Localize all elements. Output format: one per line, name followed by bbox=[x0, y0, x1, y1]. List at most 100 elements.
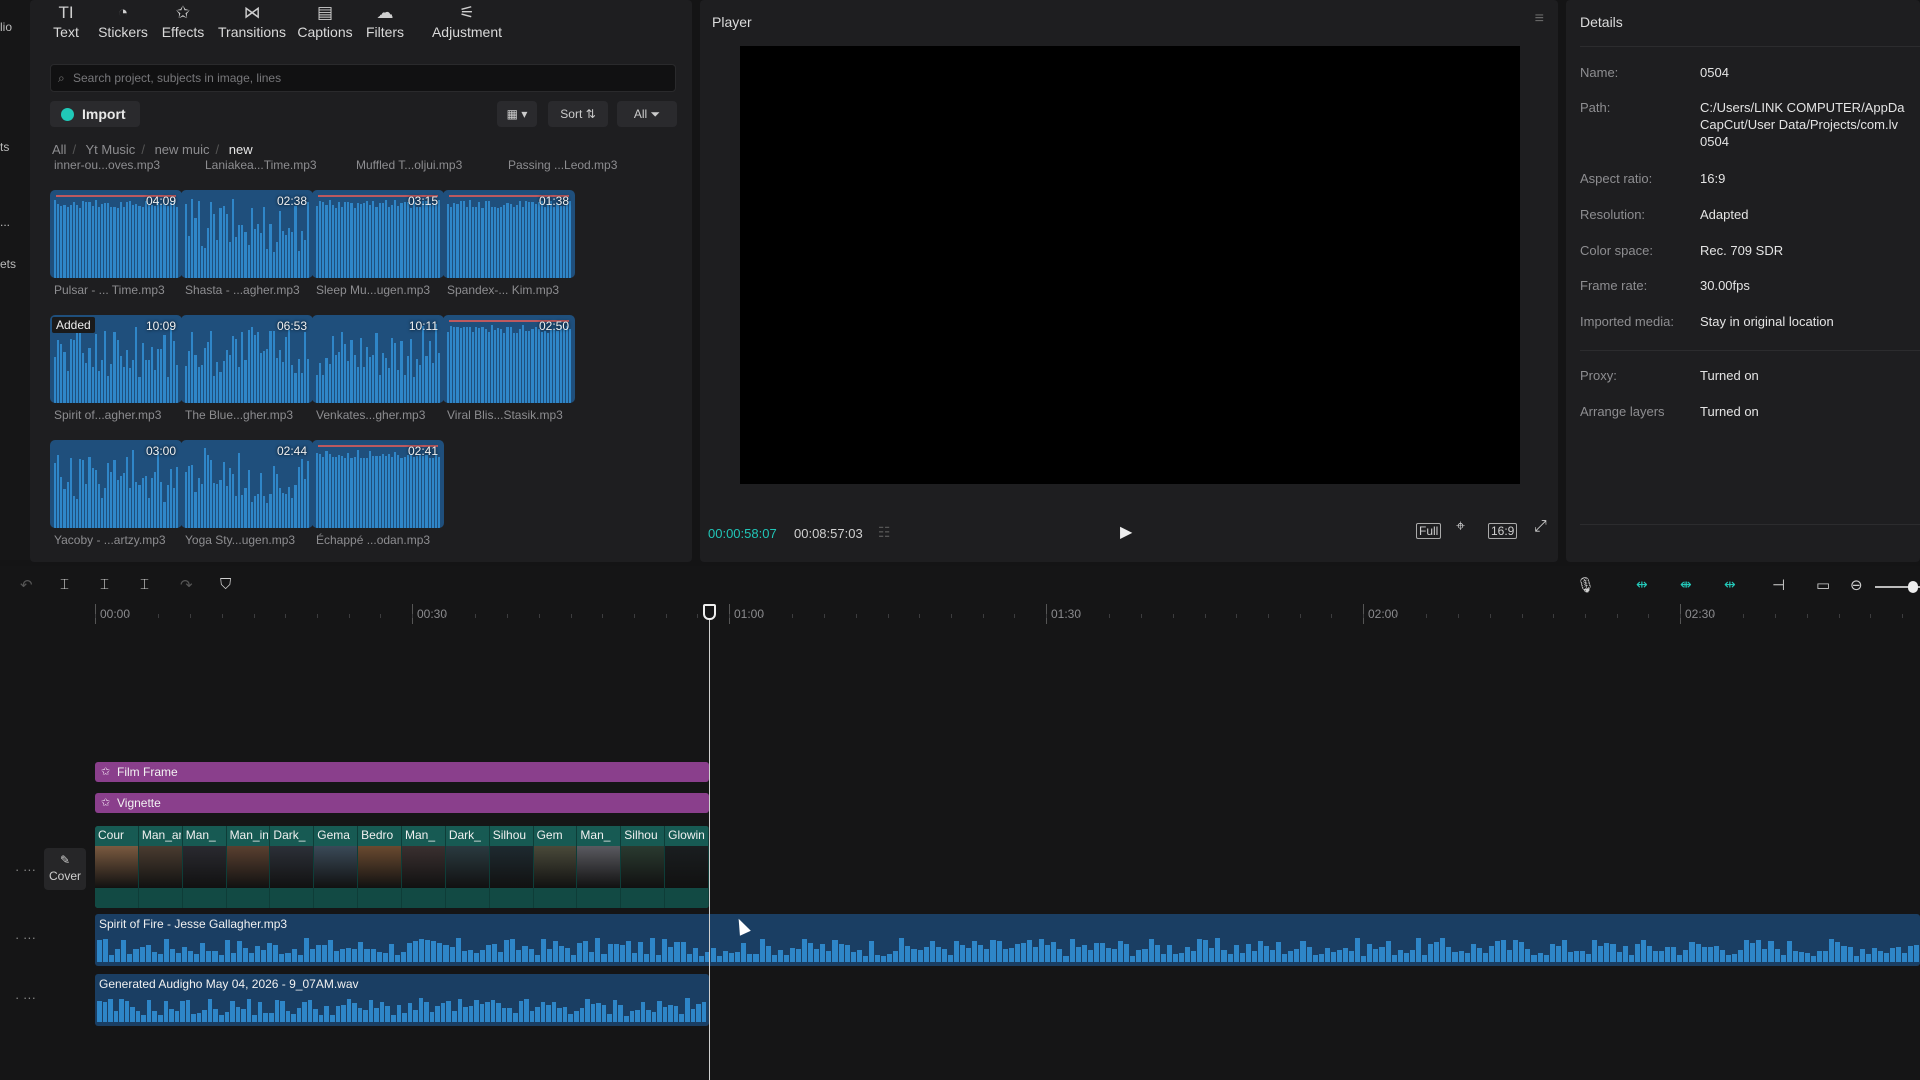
menu-icon[interactable]: ≡ bbox=[1535, 10, 1544, 28]
video-clip[interactable]: Gema bbox=[314, 826, 359, 908]
media-item-name: Muffled T...oljui.mp3 bbox=[356, 158, 463, 172]
marker-icon[interactable]: ⛉ bbox=[220, 576, 231, 593]
play-button[interactable]: ▶ bbox=[1120, 522, 1132, 542]
effect-track-vignette[interactable]: ✩ Vignette bbox=[95, 793, 709, 813]
duration-label: 06:53 bbox=[276, 319, 307, 333]
link-icon[interactable]: ⇹ bbox=[1636, 576, 1648, 593]
fullscreen-icon[interactable]: ⤢ bbox=[1532, 519, 1549, 535]
effect-track-film-frame[interactable]: ✩ Film Frame bbox=[95, 762, 709, 782]
rail-item-3[interactable]: ets bbox=[0, 257, 24, 271]
video-clip[interactable]: Silhou bbox=[489, 826, 534, 908]
tab-adjustment[interactable]: ⚟ Adjustment bbox=[428, 2, 506, 40]
video-clip-label: Man_ bbox=[185, 828, 216, 842]
split-left-icon[interactable]: ⌶ bbox=[100, 576, 109, 593]
ruler-tick: 02:30 bbox=[1680, 604, 1715, 624]
list-icon[interactable]: ☷ bbox=[878, 524, 891, 541]
audio-tile[interactable]: 02:44 bbox=[181, 440, 313, 528]
tab-filters[interactable]: ☁ Filters bbox=[362, 2, 408, 40]
tab-effects[interactable]: ✩ Effects bbox=[158, 2, 208, 40]
video-clip[interactable]: Cour bbox=[95, 826, 139, 908]
align-icon[interactable]: ⊣ bbox=[1772, 576, 1785, 594]
detail-layers-value: Turned on bbox=[1700, 404, 1759, 419]
text-icon: TI bbox=[58, 3, 74, 22]
aspect-ratio-button[interactable]: 16:9 bbox=[1488, 523, 1518, 539]
detail-label: Arrange layers bbox=[1580, 404, 1665, 419]
player-viewport[interactable] bbox=[740, 46, 1520, 484]
playhead-handle[interactable] bbox=[703, 604, 716, 620]
tab-text[interactable]: TI Text bbox=[44, 2, 88, 40]
preview-icon[interactable]: ▭ bbox=[1816, 576, 1830, 594]
audio-tile[interactable]: 10:09 Added bbox=[50, 315, 182, 403]
snap-icon[interactable]: ⇹ bbox=[1724, 576, 1736, 593]
tab-stickers[interactable]: ◔ Stickers bbox=[94, 2, 152, 40]
audio-tile[interactable]: 10:11 bbox=[312, 315, 444, 403]
split-icon[interactable]: ⌶ bbox=[60, 576, 69, 593]
audio-tile[interactable]: 02:41 bbox=[312, 440, 444, 528]
video-clip[interactable]: Bedro bbox=[358, 826, 402, 908]
audio-tile[interactable]: 04:09 bbox=[50, 190, 182, 278]
sort-button[interactable]: Sort ⇅ bbox=[548, 101, 608, 127]
video-clip[interactable]: Glowin bbox=[665, 826, 709, 908]
zoom-out-icon[interactable]: ⊖ bbox=[1850, 576, 1863, 594]
undo-icon[interactable]: ↶ bbox=[20, 576, 33, 594]
filter-all-button[interactable]: All ⏷ bbox=[617, 101, 677, 127]
audio-tile-name: Venkates...gher.mp3 bbox=[316, 408, 426, 422]
magnet-icon[interactable]: ⇼ bbox=[1680, 576, 1692, 593]
breadcrumb-item[interactable]: new muic bbox=[155, 142, 210, 157]
crop-icon[interactable]: ⌖ bbox=[1454, 519, 1467, 535]
zoom-slider[interactable] bbox=[1875, 581, 1920, 593]
audio-waveform bbox=[97, 938, 1920, 962]
redo-icon[interactable]: ↷ bbox=[180, 576, 193, 594]
import-button[interactable]: Import bbox=[50, 101, 140, 127]
more-icon[interactable]: · ··· bbox=[15, 862, 36, 877]
view-toggle-button[interactable]: ▦ ▾ bbox=[497, 101, 537, 127]
video-clip[interactable]: Dark_ bbox=[270, 826, 315, 908]
full-quality-button[interactable]: Full bbox=[1416, 523, 1442, 539]
video-clip[interactable]: Man_ bbox=[402, 826, 446, 908]
video-clip[interactable]: Man_ar bbox=[138, 826, 183, 908]
split-right-icon[interactable]: ⌶ bbox=[140, 576, 149, 593]
video-clip[interactable]: Dark_ bbox=[445, 826, 490, 908]
duration-label: 02:50 bbox=[538, 319, 569, 333]
cover-button[interactable]: ✎ Cover bbox=[44, 848, 86, 890]
video-clip[interactable]: Man_ bbox=[182, 826, 227, 908]
breadcrumb-item[interactable]: All bbox=[52, 142, 66, 157]
audio-track-main[interactable]: Spirit of Fire - Jesse Gallagher.mp3 bbox=[95, 914, 1920, 966]
video-thumbnail bbox=[314, 846, 358, 888]
audio-tile[interactable]: 02:38 bbox=[181, 190, 313, 278]
more-icon[interactable]: · ··· bbox=[15, 930, 36, 945]
video-clip[interactable]: Man_in_bed bbox=[226, 826, 271, 908]
rail-item-audio[interactable]: lio bbox=[0, 20, 24, 34]
audio-tile[interactable]: 06:53 bbox=[181, 315, 313, 403]
audio-tile-name: Pulsar - ... Time.mp3 bbox=[54, 283, 165, 297]
audio-track-generated[interactable]: Generated Audigho May 04, 2026 - 9_07AM.… bbox=[95, 974, 709, 1026]
playhead[interactable] bbox=[709, 606, 710, 1080]
audio-tile[interactable]: 02:50 bbox=[443, 315, 575, 403]
video-thumbnail bbox=[95, 846, 138, 888]
rail-item-2[interactable]: ... bbox=[0, 215, 24, 229]
more-icon[interactable]: · ··· bbox=[15, 990, 36, 1005]
breadcrumb-item[interactable]: Yt Music bbox=[85, 142, 135, 157]
video-clip-label: Man_ bbox=[580, 828, 611, 842]
video-clip[interactable]: Gem bbox=[533, 826, 578, 908]
rail-item-1[interactable]: ts bbox=[0, 140, 24, 154]
duration-label: 03:15 bbox=[407, 194, 438, 208]
search-input[interactable]: ⌕ Search project, subjects in image, lin… bbox=[50, 64, 676, 92]
video-thumbnail bbox=[489, 846, 533, 888]
player-panel: Player ≡ 00:00:58:07 00:08:57:03 ☷ ▶ Ful… bbox=[700, 0, 1558, 562]
video-clip[interactable]: Silhou bbox=[621, 826, 666, 908]
audio-tile[interactable]: 03:15 bbox=[312, 190, 444, 278]
ruler-tick: 01:30 bbox=[1046, 604, 1081, 624]
tab-transitions[interactable]: ⋈ Transitions bbox=[216, 2, 288, 40]
video-thumbnail bbox=[577, 846, 621, 888]
timeline-ruler[interactable]: 00:00 00:30 01:00 01:30 02:00 02:30 bbox=[95, 604, 1920, 626]
media-item-name: Laniakea...Time.mp3 bbox=[205, 158, 317, 172]
audio-tile[interactable]: 01:38 bbox=[443, 190, 575, 278]
microphone-icon[interactable]: 🎙 bbox=[1576, 576, 1595, 594]
video-thumbnail bbox=[621, 846, 665, 888]
video-track[interactable]: Cour Man_ar Man_ Man_in_bed Dark_ Gema Bedro Ma… bbox=[95, 826, 709, 908]
tab-captions[interactable]: ▤ Captions bbox=[294, 2, 356, 40]
video-clip[interactable]: Man_ bbox=[577, 826, 622, 908]
audio-tile[interactable]: 03:00 bbox=[50, 440, 182, 528]
audio-tile-name: Spandex-... Kim.mp3 bbox=[447, 283, 560, 297]
